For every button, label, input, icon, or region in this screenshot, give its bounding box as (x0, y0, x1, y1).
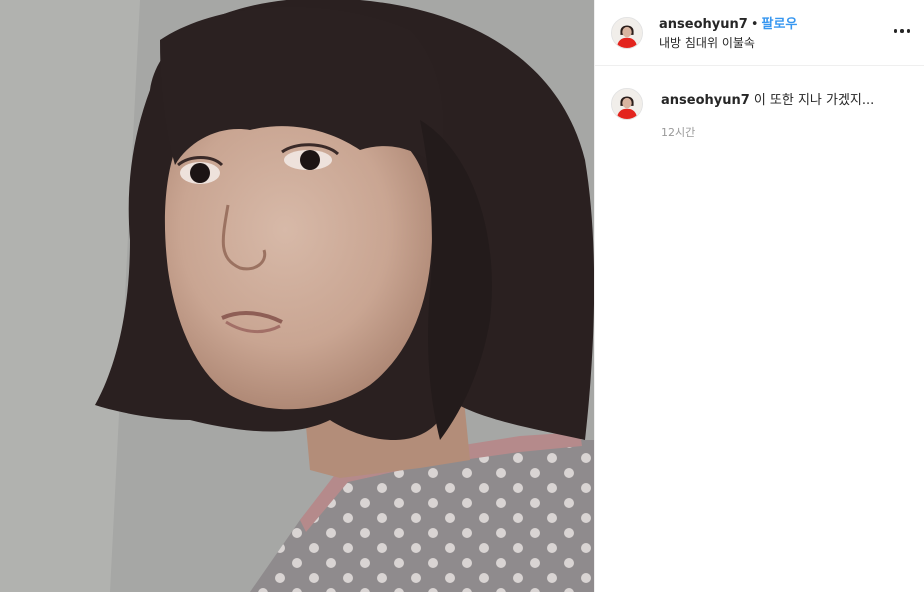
post-image[interactable] (0, 0, 594, 592)
comment-line: anseohyun7 이 또한 지나 가겠지... (661, 92, 874, 110)
header-text: anseohyun7 • 팔로우 내방 침대위 이불속 (659, 14, 797, 52)
comments-section: anseohyun7 이 또한 지나 가겠지... 12시간 (595, 66, 924, 140)
post-header: anseohyun7 • 팔로우 내방 침대위 이불속 (595, 0, 924, 66)
post-photo (0, 0, 594, 592)
username-link[interactable]: anseohyun7 (659, 17, 748, 32)
avatar-image (612, 89, 642, 119)
avatar[interactable] (611, 16, 643, 49)
comment-body: anseohyun7 이 또한 지나 가겠지... 12시간 (661, 88, 874, 140)
separator-dot: • (750, 16, 759, 32)
comment-username-link[interactable]: anseohyun7 (661, 93, 750, 108)
follow-button[interactable]: 팔로우 (761, 17, 797, 32)
more-dot (906, 29, 911, 33)
caption-comment: anseohyun7 이 또한 지나 가겠지... 12시간 (611, 88, 908, 140)
avatar-image (612, 17, 642, 48)
post-side-panel: anseohyun7•팔로우 내방 침대위 이불속 anseohyun7이 (594, 0, 924, 592)
comment-timestamp[interactable]: 12시간 (661, 124, 874, 140)
location-link[interactable]: 내방 침대위 이불속 (659, 34, 797, 52)
more-dot (900, 29, 904, 33)
avatar[interactable] (611, 88, 643, 120)
more-dot (893, 29, 898, 33)
more-options-icon[interactable] (892, 21, 912, 41)
comment-text: 이 또한 지나 가겠지... (753, 93, 875, 108)
